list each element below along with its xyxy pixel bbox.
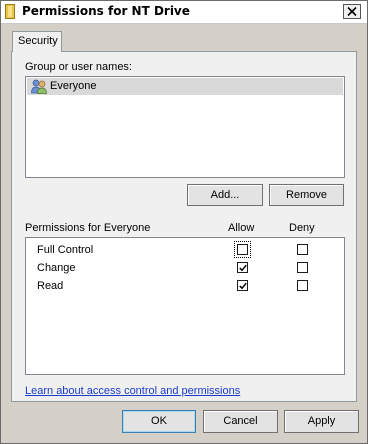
remove-button[interactable]: Remove [269,184,344,206]
cancel-button[interactable]: Cancel [203,410,278,433]
window-title: Permissions for NT Drive [22,4,190,18]
close-icon [347,7,357,16]
permission-name: Full Control [37,244,94,256]
permissions-list [25,237,345,375]
user-name: Everyone [50,80,97,92]
allow-full-control-checkbox[interactable] [234,241,251,258]
tab-security[interactable]: Security [12,31,62,52]
permission-name: Read [37,280,64,292]
allow-read-checkbox[interactable] [237,280,248,291]
user-list[interactable]: Everyone [25,76,345,178]
allow-change-checkbox[interactable] [237,262,248,273]
permissions-dialog: Permissions for NT Drive Security Group … [0,0,368,444]
deny-header: Deny [289,222,315,234]
users-group-icon [31,79,47,94]
ok-button[interactable]: OK [122,410,196,433]
add-button[interactable]: Add... [187,184,263,206]
deny-change-checkbox[interactable] [297,262,308,273]
apply-button[interactable]: Apply [284,410,359,433]
title-bar: Permissions for NT Drive [1,1,367,24]
tab-security-label: Security [18,35,58,47]
list-item-everyone[interactable]: Everyone [27,78,343,95]
deny-read-checkbox[interactable] [297,280,308,291]
close-button[interactable] [343,4,361,19]
checkmark-icon [239,264,247,272]
access-control-help-link[interactable]: Learn about access control and permissio… [25,385,240,397]
folder-icon [5,4,15,19]
checkmark-icon [239,282,247,290]
permission-name: Change [37,262,76,274]
group-names-label: Group or user names: [25,61,132,73]
deny-full-control-checkbox[interactable] [297,244,308,255]
allow-header: Allow [228,222,255,234]
permissions-label: Permissions for Everyone [25,222,151,234]
